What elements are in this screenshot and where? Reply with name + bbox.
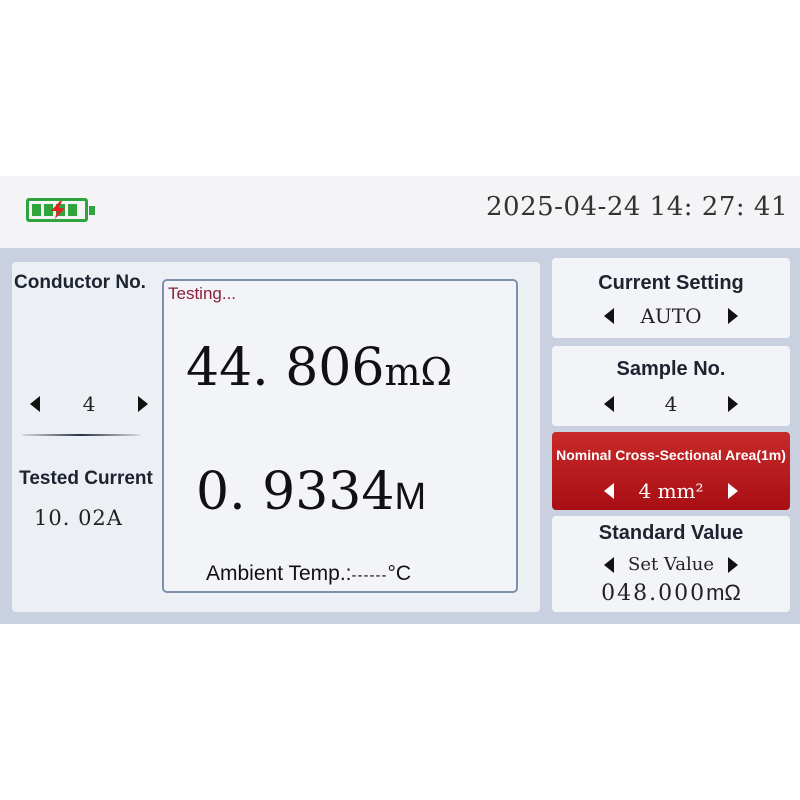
current-setting-value: AUTO bbox=[640, 304, 702, 328]
current-setting-title: Current Setting bbox=[598, 272, 744, 294]
conductor-no-selector[interactable]: 4 bbox=[30, 392, 148, 416]
ambient-temp: Ambient Temp.:------°C bbox=[206, 562, 411, 586]
resistance-readout: 44. 806mΩ bbox=[186, 338, 452, 398]
standard-value-card[interactable]: Standard Value Set Value 048.000mΩ bbox=[552, 516, 790, 612]
battery-nub bbox=[89, 206, 95, 215]
device-screen: 2025-04-24 14: 27: 41 Conductor No. 4 Te… bbox=[0, 176, 800, 624]
battery-level-bar bbox=[32, 204, 41, 216]
left-arrow-icon[interactable] bbox=[604, 308, 614, 324]
tested-current-title: Tested Current bbox=[19, 468, 153, 489]
battery-charging-icon bbox=[26, 198, 95, 222]
left-arrow-icon[interactable] bbox=[30, 396, 40, 412]
status-bar: 2025-04-24 14: 27: 41 bbox=[0, 176, 800, 248]
divider bbox=[22, 434, 140, 436]
sample-no-card[interactable]: Sample No. 4 bbox=[552, 346, 790, 426]
charging-bolt-icon bbox=[51, 201, 65, 219]
battery-level-bar bbox=[68, 204, 77, 216]
ambient-temp-value: ------ bbox=[351, 567, 388, 584]
standard-value-selector[interactable]: Set Value bbox=[604, 554, 738, 575]
cross-sectional-area-value: 4 mm² bbox=[638, 479, 704, 503]
standard-value-number: 048.000 bbox=[601, 581, 707, 606]
right-arrow-icon[interactable] bbox=[137, 396, 148, 412]
cross-sectional-area-selector[interactable]: 4 mm² bbox=[604, 479, 738, 503]
length-unit: M bbox=[394, 476, 427, 518]
tested-current-value: 10. 02A bbox=[34, 506, 123, 530]
measurement-display bbox=[162, 279, 518, 593]
sample-no-title: Sample No. bbox=[616, 358, 726, 380]
standard-value-unit: mΩ bbox=[706, 580, 741, 605]
sample-no-selector[interactable]: 4 bbox=[604, 392, 738, 416]
cross-sectional-area-card[interactable]: Nominal Cross-Sectional Area(1m) 4 mm² bbox=[552, 432, 790, 510]
sample-no-value: 4 bbox=[664, 392, 678, 416]
right-arrow-icon[interactable] bbox=[727, 308, 738, 324]
left-arrow-icon[interactable] bbox=[604, 396, 614, 412]
ambient-temp-unit: °C bbox=[387, 562, 412, 585]
right-arrow-icon[interactable] bbox=[727, 396, 738, 412]
set-value-label: Set Value bbox=[627, 554, 715, 575]
datetime-display: 2025-04-24 14: 27: 41 bbox=[486, 192, 788, 222]
resistance-value: 44. 806 bbox=[186, 338, 385, 398]
conductor-no-title: Conductor No. bbox=[14, 272, 146, 293]
current-setting-selector[interactable]: AUTO bbox=[604, 304, 738, 328]
conductor-no-value: 4 bbox=[82, 392, 96, 416]
resistance-unit: mΩ bbox=[384, 350, 453, 394]
standard-value-readout: 048.000mΩ bbox=[552, 580, 790, 606]
length-value: 0. 9334 bbox=[196, 462, 395, 522]
test-status: Testing... bbox=[168, 284, 237, 303]
length-readout: 0. 9334M bbox=[196, 462, 426, 522]
left-arrow-icon[interactable] bbox=[604, 556, 614, 573]
cross-sectional-area-title: Nominal Cross-Sectional Area(1m) bbox=[556, 447, 786, 463]
ambient-temp-label: Ambient Temp.: bbox=[206, 562, 352, 585]
right-arrow-icon[interactable] bbox=[728, 556, 738, 573]
left-arrow-icon[interactable] bbox=[604, 483, 614, 499]
right-arrow-icon[interactable] bbox=[728, 483, 738, 499]
standard-value-title: Standard Value bbox=[598, 522, 744, 544]
current-setting-card[interactable]: Current Setting AUTO bbox=[552, 258, 790, 338]
